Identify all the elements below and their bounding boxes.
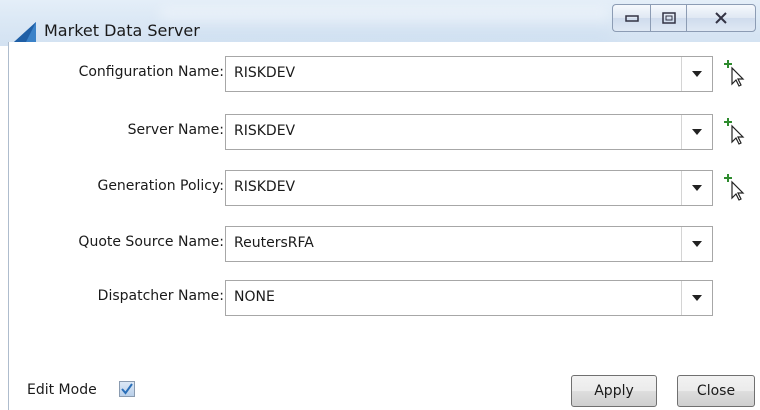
chevron-down-icon bbox=[692, 71, 702, 77]
generation-policy-label: Generation Policy: bbox=[97, 178, 224, 194]
chevron-down-icon bbox=[692, 295, 702, 301]
generation-policy-dropdown[interactable]: RISKDEV bbox=[225, 170, 713, 206]
field-row-server-name: Server Name: RISKDEV bbox=[9, 114, 760, 150]
apply-button[interactable]: Apply bbox=[571, 375, 657, 407]
configuration-name-value: RISKDEV bbox=[234, 65, 296, 81]
dialog-body: Configuration Name: RISKDEV Server Name:… bbox=[8, 42, 760, 410]
add-pointer-icon[interactable] bbox=[721, 58, 747, 88]
field-row-dispatcher-name: Dispatcher Name: NONE bbox=[9, 280, 760, 316]
close-icon bbox=[715, 12, 727, 24]
title-bar[interactable]: Market Data Server bbox=[0, 0, 760, 46]
dropdown-button[interactable] bbox=[681, 115, 712, 149]
close-window-button[interactable] bbox=[686, 4, 756, 32]
field-row-configuration-name: Configuration Name: RISKDEV bbox=[9, 56, 760, 92]
server-name-dropdown[interactable]: RISKDEV bbox=[225, 114, 713, 150]
add-pointer-icon[interactable] bbox=[721, 116, 747, 146]
caption-buttons bbox=[612, 4, 758, 34]
add-pointer-icon[interactable] bbox=[721, 172, 747, 202]
quote-source-name-dropdown[interactable]: ReutersRFA bbox=[225, 226, 713, 262]
maximize-button[interactable] bbox=[650, 4, 686, 32]
window-title: Market Data Server bbox=[44, 21, 200, 40]
edit-mode-label: Edit Mode bbox=[27, 382, 97, 398]
field-row-generation-policy: Generation Policy: RISKDEV bbox=[9, 170, 760, 206]
configuration-name-label: Configuration Name: bbox=[78, 64, 224, 80]
dropdown-button[interactable] bbox=[681, 57, 712, 91]
quote-source-name-value: ReutersRFA bbox=[234, 235, 314, 251]
minimize-icon bbox=[624, 15, 639, 22]
generation-policy-value: RISKDEV bbox=[234, 179, 296, 195]
checkmark-icon bbox=[121, 383, 133, 395]
close-button[interactable]: Close bbox=[677, 375, 755, 407]
title-bar-glass bbox=[160, 8, 610, 38]
chevron-down-icon bbox=[692, 241, 702, 247]
chevron-down-icon bbox=[692, 129, 702, 135]
server-name-label: Server Name: bbox=[127, 122, 224, 138]
field-row-quote-source-name: Quote Source Name: ReutersRFA bbox=[9, 226, 760, 262]
edit-mode-checkbox[interactable] bbox=[119, 381, 135, 397]
maximize-icon bbox=[661, 12, 676, 24]
app-sail-icon bbox=[14, 22, 36, 42]
dropdown-button[interactable] bbox=[681, 227, 712, 261]
dropdown-button[interactable] bbox=[681, 171, 712, 205]
minimize-button[interactable] bbox=[612, 4, 650, 32]
chevron-down-icon bbox=[692, 185, 702, 191]
quote-source-name-label: Quote Source Name: bbox=[78, 234, 224, 250]
server-name-value: RISKDEV bbox=[234, 123, 296, 139]
dispatcher-name-label: Dispatcher Name: bbox=[97, 288, 224, 304]
configuration-name-dropdown[interactable]: RISKDEV bbox=[225, 56, 713, 92]
dropdown-button[interactable] bbox=[681, 281, 712, 315]
dispatcher-name-dropdown[interactable]: NONE bbox=[225, 280, 713, 316]
dispatcher-name-value: NONE bbox=[234, 289, 275, 305]
